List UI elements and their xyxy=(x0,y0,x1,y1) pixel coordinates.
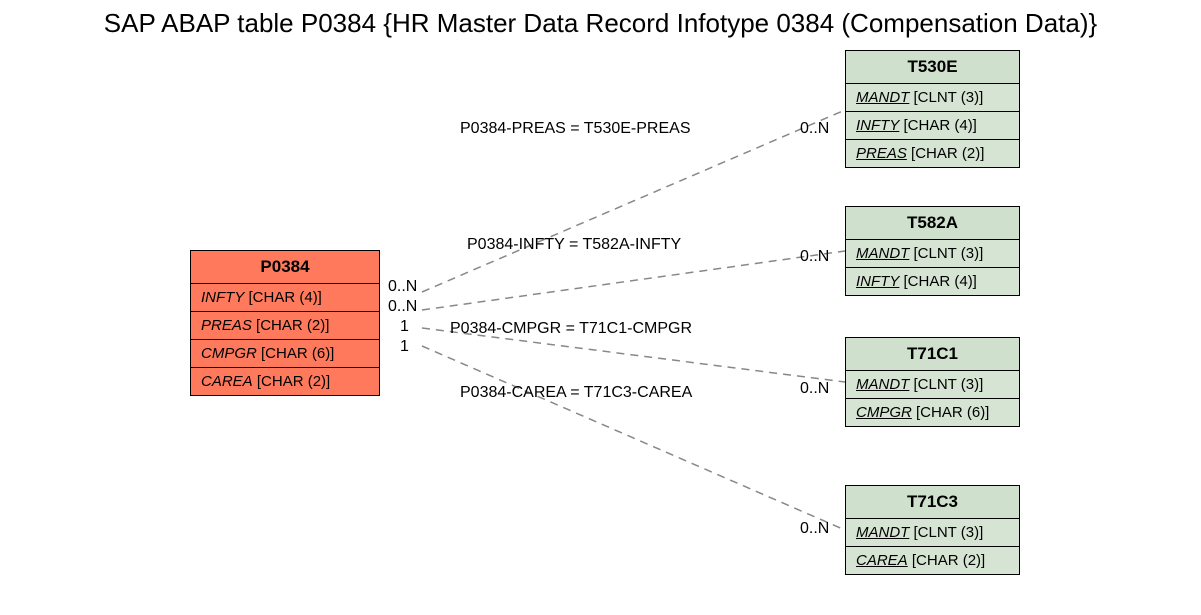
field-row: PREAS [CHAR (2)] xyxy=(191,312,379,340)
cardinality-right-2: 0..N xyxy=(800,248,829,266)
entity-t582a-header: T582A xyxy=(846,207,1019,240)
field-row: MANDT [CLNT (3)] xyxy=(846,519,1019,547)
field-row: CMPGR [CHAR (6)] xyxy=(191,340,379,368)
field-type: [CLNT (3)] xyxy=(914,89,984,106)
cardinality-left-3: 1 xyxy=(400,318,409,336)
entity-p0384: P0384 INFTY [CHAR (4)] PREAS [CHAR (2)] … xyxy=(190,250,380,396)
field-type: [CLNT (3)] xyxy=(914,245,984,262)
field-row: CAREA [CHAR (2)] xyxy=(846,547,1019,574)
field-name: MANDT xyxy=(856,89,909,106)
entity-t582a: T582A MANDT [CLNT (3)] INFTY [CHAR (4)] xyxy=(845,206,1020,296)
entity-t530e-header: T530E xyxy=(846,51,1019,84)
cardinality-left-1: 0..N xyxy=(388,278,417,296)
entity-t530e: T530E MANDT [CLNT (3)] INFTY [CHAR (4)] … xyxy=(845,50,1020,168)
field-name: PREAS xyxy=(856,145,907,162)
field-row: CAREA [CHAR (2)] xyxy=(191,368,379,395)
field-type: [CLNT (3)] xyxy=(914,524,984,541)
field-name: CAREA xyxy=(856,552,908,569)
field-name: CAREA xyxy=(201,373,253,390)
field-name: INFTY xyxy=(856,273,899,290)
field-row: INFTY [CHAR (4)] xyxy=(191,284,379,312)
field-type: [CHAR (4)] xyxy=(904,117,977,134)
cardinality-right-3: 0..N xyxy=(800,380,829,398)
diagram-title: SAP ABAP table P0384 {HR Master Data Rec… xyxy=(0,8,1201,39)
field-row: MANDT [CLNT (3)] xyxy=(846,84,1019,112)
entity-t71c1: T71C1 MANDT [CLNT (3)] CMPGR [CHAR (6)] xyxy=(845,337,1020,427)
field-name: INFTY xyxy=(856,117,899,134)
entity-p0384-header: P0384 xyxy=(191,251,379,284)
cardinality-left-2: 0..N xyxy=(388,298,417,316)
entity-t71c3: T71C3 MANDT [CLNT (3)] CAREA [CHAR (2)] xyxy=(845,485,1020,575)
field-type: [CHAR (6)] xyxy=(261,345,334,362)
rel-label-4: P0384-CAREA = T71C3-CAREA xyxy=(460,384,692,402)
rel-label-1: P0384-PREAS = T530E-PREAS xyxy=(460,120,691,138)
field-row: MANDT [CLNT (3)] xyxy=(846,240,1019,268)
field-name: MANDT xyxy=(856,524,909,541)
field-name: PREAS xyxy=(201,317,252,334)
field-name: MANDT xyxy=(856,376,909,393)
field-type: [CHAR (6)] xyxy=(916,404,989,421)
field-type: [CHAR (2)] xyxy=(911,145,984,162)
field-type: [CHAR (2)] xyxy=(257,373,330,390)
field-name: CMPGR xyxy=(201,345,257,362)
field-name: INFTY xyxy=(201,289,244,306)
field-type: [CHAR (2)] xyxy=(256,317,329,334)
field-row: MANDT [CLNT (3)] xyxy=(846,371,1019,399)
relationship-lines xyxy=(0,0,1201,615)
field-name: MANDT xyxy=(856,245,909,262)
entity-t71c3-header: T71C3 xyxy=(846,486,1019,519)
field-type: [CLNT (3)] xyxy=(914,376,984,393)
field-row: CMPGR [CHAR (6)] xyxy=(846,399,1019,426)
cardinality-right-4: 0..N xyxy=(800,520,829,538)
field-type: [CHAR (2)] xyxy=(912,552,985,569)
field-row: INFTY [CHAR (4)] xyxy=(846,268,1019,295)
field-row: PREAS [CHAR (2)] xyxy=(846,140,1019,167)
field-type: [CHAR (4)] xyxy=(904,273,977,290)
field-row: INFTY [CHAR (4)] xyxy=(846,112,1019,140)
cardinality-right-1: 0..N xyxy=(800,120,829,138)
rel-label-3: P0384-CMPGR = T71C1-CMPGR xyxy=(450,320,692,338)
cardinality-left-4: 1 xyxy=(400,338,409,356)
rel-label-2: P0384-INFTY = T582A-INFTY xyxy=(467,236,681,254)
field-type: [CHAR (4)] xyxy=(249,289,322,306)
entity-t71c1-header: T71C1 xyxy=(846,338,1019,371)
field-name: CMPGR xyxy=(856,404,912,421)
